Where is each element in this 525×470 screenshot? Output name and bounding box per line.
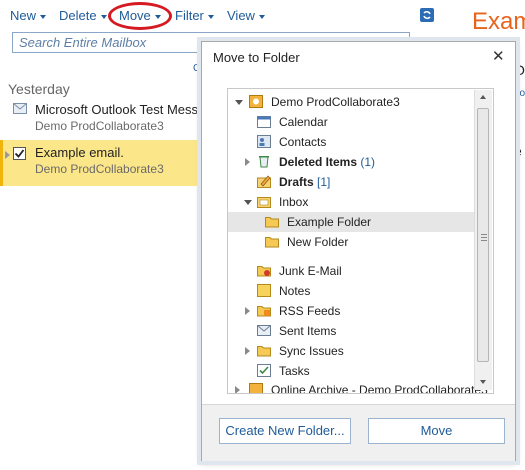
delete-menu[interactable]: Delete: [59, 8, 107, 23]
tree-item-label: New Folder: [287, 235, 349, 249]
unread-count: (1): [360, 155, 376, 169]
list-item-selected[interactable]: Example email. Demo ProdCollaborate3: [0, 140, 203, 186]
grip-icon: [481, 234, 487, 241]
checkbox-icon[interactable]: [13, 147, 26, 160]
tree-item-label: Drafts: [279, 175, 314, 189]
collapse-icon[interactable]: [244, 200, 252, 205]
expand-icon[interactable]: [235, 386, 240, 393]
scroll-down-icon[interactable]: [480, 380, 486, 384]
contacts-icon: [257, 135, 271, 148]
message-sender: Example email.: [35, 145, 124, 160]
tree-item-label: Online Archive - Demo ProdCollaborate3: [271, 383, 488, 394]
expand-icon[interactable]: [245, 347, 250, 355]
new-label: New: [10, 8, 37, 23]
dialog-footer: Create New Folder... Move: [202, 404, 515, 461]
group-header: Yesterday: [8, 81, 70, 97]
inbox-icon: [257, 195, 271, 208]
refresh-icon[interactable]: [420, 8, 434, 22]
folder-icon: [265, 235, 279, 248]
tree-item-mailbox[interactable]: Demo ProdCollaborate3: [228, 92, 480, 112]
folder-tree: Demo ProdCollaborate3 Calendar Contacts …: [227, 88, 494, 394]
tree-item-label: Inbox: [279, 195, 309, 209]
view-menu[interactable]: View: [227, 8, 265, 23]
chevron-down-icon: [40, 14, 47, 19]
expand-icon[interactable]: [245, 158, 250, 166]
drafts-icon: [257, 175, 271, 188]
expand-icon[interactable]: [245, 307, 250, 315]
folder-icon: [257, 344, 271, 357]
list-item[interactable]: Microsoft Outlook Test Messa Demo ProdCo…: [0, 97, 206, 143]
tree-item-label: Calendar: [279, 115, 328, 129]
tree-item-contacts[interactable]: Contacts: [228, 132, 480, 152]
tree-item-inbox[interactable]: Inbox: [228, 192, 480, 212]
tree-item-online-archive[interactable]: Online Archive - Demo ProdCollaborate3: [228, 380, 488, 393]
tree-item-label: RSS Feeds: [279, 304, 341, 318]
collapse-icon[interactable]: [235, 100, 243, 105]
close-icon[interactable]: ✕: [492, 47, 505, 65]
tree-item-sent-items[interactable]: Sent Items: [228, 321, 480, 341]
view-label: View: [227, 8, 255, 23]
dialog-title: Move to Folder: [213, 50, 300, 65]
delete-label: Delete: [59, 8, 97, 23]
tree-item-label: Example Folder: [287, 215, 372, 229]
reading-pane-title: Exam: [472, 8, 525, 35]
tree-item-drafts[interactable]: Drafts [1]: [228, 172, 480, 192]
tree-item-label: Tasks: [279, 364, 310, 378]
tree-item-label: Junk E-Mail: [279, 264, 342, 278]
move-to-folder-dialog: Move to Folder ✕ Demo ProdCollaborate3 C…: [201, 41, 516, 461]
junk-mail-icon: [257, 264, 271, 277]
envelope-icon: [13, 103, 27, 114]
chevron-down-icon: [207, 14, 214, 19]
new-menu[interactable]: New: [10, 8, 47, 23]
tree-item-notes[interactable]: Notes: [228, 281, 480, 301]
tree-item-example-folder[interactable]: Example Folder: [228, 212, 480, 232]
tree-item-label: Demo ProdCollaborate3: [271, 95, 400, 109]
scroll-up-icon[interactable]: [480, 95, 486, 99]
tree-item-sync-issues[interactable]: Sync Issues: [228, 341, 480, 361]
tree-item-label: Sent Items: [279, 324, 337, 338]
tree-item-label: Deleted Items: [279, 155, 358, 169]
tree-item-label: Contacts: [279, 135, 327, 149]
chevron-down-icon: [258, 14, 265, 19]
deleted-items-icon: [257, 155, 271, 168]
tree-item-label: Sync Issues: [279, 344, 344, 358]
tasks-icon: [257, 364, 271, 377]
caret-right-icon: [5, 151, 10, 159]
message-sender: Microsoft Outlook Test Messa: [35, 102, 206, 117]
tree-item-tasks[interactable]: Tasks: [228, 361, 480, 381]
calendar-icon: [257, 115, 271, 128]
tree-item-label: Notes: [279, 284, 311, 298]
tree-item-calendar[interactable]: Calendar: [228, 112, 480, 132]
scrollbar-thumb[interactable]: [477, 108, 489, 362]
tree-item-deleted-items[interactable]: Deleted Items (1): [228, 152, 480, 172]
draft-count: [1]: [317, 175, 331, 189]
tree-item-rss-feeds[interactable]: RSS Feeds: [228, 301, 480, 321]
annotation-circle: [108, 2, 172, 30]
rss-icon: [257, 304, 271, 317]
tree-item-junk-email[interactable]: Junk E-Mail: [228, 261, 480, 281]
chevron-down-icon: [100, 14, 107, 19]
notes-icon: [257, 284, 271, 297]
filter-label: Filter: [175, 8, 204, 23]
move-button[interactable]: Move: [368, 418, 505, 444]
folder-icon: [265, 215, 279, 228]
create-new-folder-button[interactable]: Create New Folder...: [219, 418, 351, 444]
filter-menu[interactable]: Filter: [175, 8, 214, 23]
sent-items-icon: [257, 324, 271, 337]
message-account: Demo ProdCollaborate3: [35, 119, 164, 133]
tree-item-new-folder[interactable]: New Folder: [228, 232, 480, 252]
mailbox-icon: [249, 95, 263, 108]
folder-tree-scrollbar[interactable]: [474, 90, 492, 390]
message-account: Demo ProdCollaborate3: [35, 162, 164, 176]
archive-icon: [249, 383, 263, 393]
